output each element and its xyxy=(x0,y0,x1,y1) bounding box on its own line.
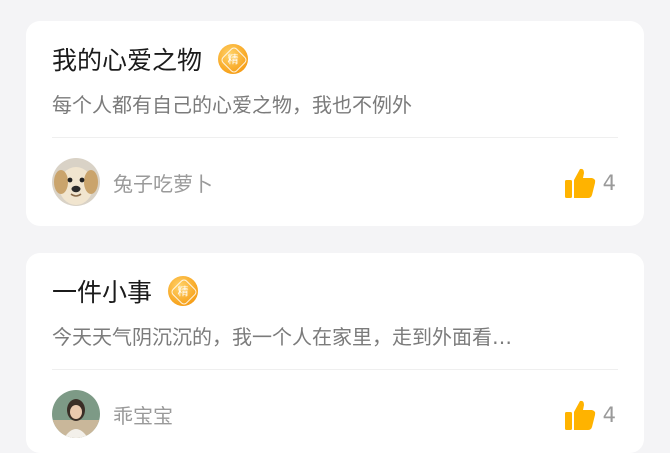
divider xyxy=(52,137,618,138)
post-excerpt: 今天天气阴沉沉的，我一个人在家里，走到外面看… xyxy=(52,325,512,349)
author-name[interactable]: 兔子吃萝卜 xyxy=(113,168,213,197)
featured-badge-label: 精 xyxy=(177,285,189,298)
like-count: 4 xyxy=(602,171,616,195)
divider xyxy=(52,369,618,370)
post-card[interactable]: 一件小事 精 今天天气阴沉沉的，我一个人在家里，走到外面看… 乖宝宝 4 xyxy=(26,253,644,453)
author-name[interactable]: 乖宝宝 xyxy=(113,400,173,429)
thumbs-up-icon xyxy=(564,400,595,430)
post-card[interactable]: 我的心爱之物 精 每个人都有自己的心爱之物，我也不例外 兔子吃萝卜 4 xyxy=(26,21,644,226)
puppy-avatar[interactable] xyxy=(52,158,100,206)
featured-badge-icon: 精 xyxy=(218,44,249,74)
like-button[interactable]: 4 xyxy=(563,166,616,200)
like-count: 4 xyxy=(602,403,616,427)
post-title[interactable]: 我的心爱之物 xyxy=(52,41,202,77)
featured-badge-icon: 精 xyxy=(168,276,199,306)
featured-badge-label: 精 xyxy=(227,53,239,66)
thumbs-up-icon xyxy=(564,168,595,198)
post-title-row: 我的心爱之物 精 xyxy=(52,41,249,77)
post-title-row: 一件小事 精 xyxy=(52,273,199,309)
girl-avatar[interactable] xyxy=(52,390,100,438)
author-row[interactable]: 乖宝宝 xyxy=(52,390,173,438)
like-button[interactable]: 4 xyxy=(563,398,616,432)
author-row[interactable]: 兔子吃萝卜 xyxy=(52,158,213,206)
post-excerpt: 每个人都有自己的心爱之物，我也不例外 xyxy=(52,93,412,117)
post-title[interactable]: 一件小事 xyxy=(52,273,152,309)
